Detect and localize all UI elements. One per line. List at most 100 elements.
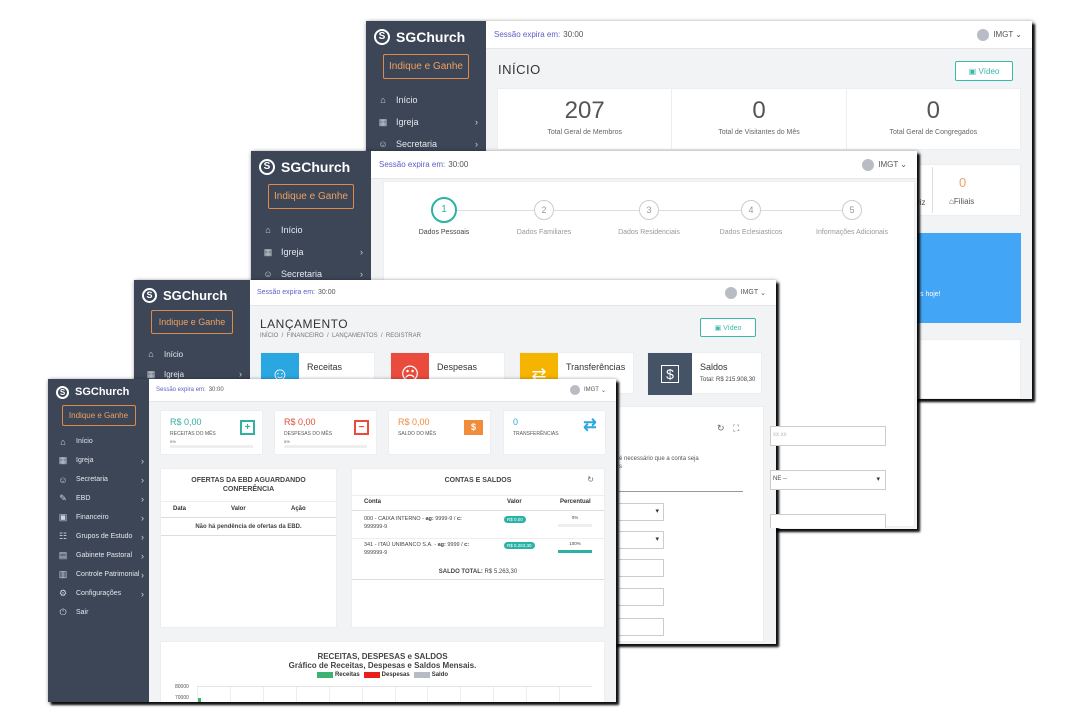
chart-gridline (460, 687, 462, 702)
power-icon: ⏻ (59, 607, 67, 617)
page-title: LANÇAMENTO (260, 317, 349, 331)
logo-icon: S (259, 159, 275, 175)
category-select[interactable]: ▾ (619, 531, 664, 549)
breadcrumb: INÍCIO / FINANCEIRO / LANÇAMENTOS / REGI… (260, 333, 421, 339)
extra-input[interactable] (770, 514, 886, 528)
book-icon: ▤ (58, 550, 68, 560)
wizard-step-1[interactable]: 1 Dados Pessoais (409, 197, 479, 236)
lower-panel (916, 339, 1021, 399)
accounts-col-valor: Valor (507, 499, 522, 505)
sidebar-item-igreja[interactable]: ▦ Igreja › (48, 451, 149, 470)
field-2[interactable] (619, 588, 664, 606)
chevron-down-icon: ⌄ (600, 387, 606, 394)
birthday-banner: s hoje! (916, 233, 1021, 323)
chart-gridline (295, 687, 297, 702)
window-financeiro: S SGChurch Indique e Ganhe ⌂ Início ▦ Igrej… (48, 379, 616, 702)
home-icon: ⌂ (60, 436, 66, 447)
sidebar-item-igreja[interactable]: ▦ Igreja › (251, 241, 371, 263)
refer-button[interactable]: Indique e Ganhe (151, 310, 233, 334)
wizard-step-4[interactable]: 4 Dados Eclesiasticos (706, 200, 796, 236)
account-select[interactable]: ▾ (619, 503, 664, 521)
chart-bar-receitas (198, 698, 201, 702)
chart-panel: RECEITAS, DESPESAS e SALDOS Gráfico de R… (160, 641, 605, 702)
legend-swatch (363, 672, 380, 678)
value-badge: R$ 0,00 (504, 516, 526, 523)
date-input[interactable]: xx.xx (770, 426, 886, 446)
chevron-right-icon: › (475, 139, 478, 149)
session-label: Sessão expira em: (494, 30, 561, 39)
legend-item-despesas[interactable]: Despesas (363, 672, 410, 678)
sidebar-item-inicio[interactable]: ⌂ Início (251, 219, 371, 241)
session-label: Sessão expira em: (379, 160, 446, 169)
sidebar-item-controle-patrimonial[interactable]: ▥ Controle Patrimonial › (48, 565, 149, 584)
film-icon: ▣ (968, 66, 979, 76)
expand-icon[interactable]: ⛶ (733, 423, 739, 434)
legend-item-saldo[interactable]: Saldo (413, 672, 448, 678)
sidebar-item-inicio[interactable]: ⌂ Início (366, 89, 486, 111)
chart-grid (197, 686, 592, 702)
refer-button[interactable]: Indique e Ganhe (61, 405, 136, 426)
session-time: 30:00 (448, 160, 469, 169)
chevron-right-icon: › (141, 588, 144, 599)
chevron-down-icon: ⌄ (1015, 30, 1022, 39)
sidebar-item-gabinete-pastoral[interactable]: ▤ Gabinete Pastoral › (48, 546, 149, 565)
percent-bar (558, 524, 592, 527)
chart-gridline (394, 687, 396, 702)
summary-card-4: 0 TRANSFERÊNCIAS ⇄ (503, 410, 606, 455)
chart-title: RECEITAS, DESPESAS e SALDOS (317, 652, 448, 661)
accounts-col-conta: Conta (364, 499, 381, 505)
sidebar-item-secretaria[interactable]: ☺ Secretaria › (48, 470, 149, 489)
filiais-link[interactable]: ⌂Filiais (949, 197, 974, 206)
chevron-down-icon: ⌄ (760, 289, 766, 297)
field-3[interactable] (619, 618, 664, 636)
chevron-right-icon: › (141, 455, 144, 466)
sidebar-item-in-cio[interactable]: ⌂ Início (48, 432, 149, 451)
wizard-step-2[interactable]: 2 Dados Familiares (504, 200, 584, 236)
sidebar-item-inicio[interactable]: ⌂ Início (134, 344, 250, 364)
session-label: Sessão expira em: (156, 387, 206, 393)
sidebar-item-ebd[interactable]: ✎ EBD › (48, 489, 149, 508)
sidebar-item-financeiro[interactable]: ▣ Financeiro › (48, 508, 149, 527)
sidebar-item-grupos-de-estudo[interactable]: ☷ Grupos de Estudo › (48, 527, 149, 546)
field-1[interactable] (619, 559, 664, 577)
user-menu[interactable]: IMGT ⌄ (724, 286, 766, 299)
chart-gridline (328, 687, 330, 702)
sidebar-item-configura-es[interactable]: ⚙ Configurações › (48, 584, 149, 603)
box-icon: ▥ (58, 569, 68, 579)
chevron-right-icon: › (360, 269, 363, 279)
transfer-icon: ⇄ (583, 417, 597, 434)
grid-icon: ▦ (146, 368, 156, 379)
chevron-right-icon: › (141, 531, 144, 542)
user-menu[interactable]: IMGT ⌄ (569, 385, 606, 395)
user-menu[interactable]: IMGT ⌄ (977, 28, 1022, 41)
chart-gridline (229, 687, 231, 702)
chevron-right-icon: › (141, 550, 144, 561)
video-button[interactable]: ▣ Vídeo (700, 318, 756, 337)
users-icon: ☺ (378, 139, 388, 149)
refer-button[interactable]: Indique e Ganhe (268, 184, 354, 209)
offers-panel: OFERTAS DA EBD AGUARDANDO CONFERÊNCIA Da… (160, 468, 337, 628)
film-icon: ▣ (714, 324, 724, 332)
value-badge: R$ 5.263,30 (504, 542, 535, 549)
sidebar-item-sair[interactable]: ⏻ Sair (48, 603, 149, 622)
offers-title: OFERTAS DA EBD AGUARDANDO CONFERÊNCIA (191, 477, 306, 493)
offers-col-data: Data (173, 506, 187, 512)
refresh-icon[interactable]: ↻ (717, 423, 725, 434)
legend-item-receitas[interactable]: Receitas (316, 672, 360, 678)
tile-saldos[interactable]: $ Saldos Total: R$ 215.908,30 (647, 352, 762, 395)
sidebar: S SGChurch Indique e Ganhe ⌂ Início ▦ Igrej… (48, 379, 149, 702)
chevron-right-icon: › (475, 117, 478, 127)
wizard-step-5[interactable]: 5 Informações Adicionais (804, 200, 900, 236)
chart-gridline (361, 687, 363, 702)
type-select[interactable]: NE -- ▾ (770, 470, 886, 490)
refer-button[interactable]: Indique e Ganhe (383, 54, 469, 79)
sidebar-item-igreja[interactable]: ▦ Igreja › (366, 111, 486, 133)
graduation-icon: ✎ (59, 493, 67, 503)
page-title: INÍCIO (498, 62, 541, 77)
wizard-step-3[interactable]: 3 Dados Residenciais (604, 200, 694, 236)
video-button[interactable]: ▣ Vídeo (955, 61, 1013, 81)
form-panel: ↻ ⛶ é necessário que a conta seja s ▾ ▾ (618, 406, 764, 642)
refresh-icon[interactable]: ↻ (587, 475, 594, 484)
user-menu[interactable]: IMGT ⌄ (862, 158, 907, 171)
avatar (724, 286, 737, 299)
